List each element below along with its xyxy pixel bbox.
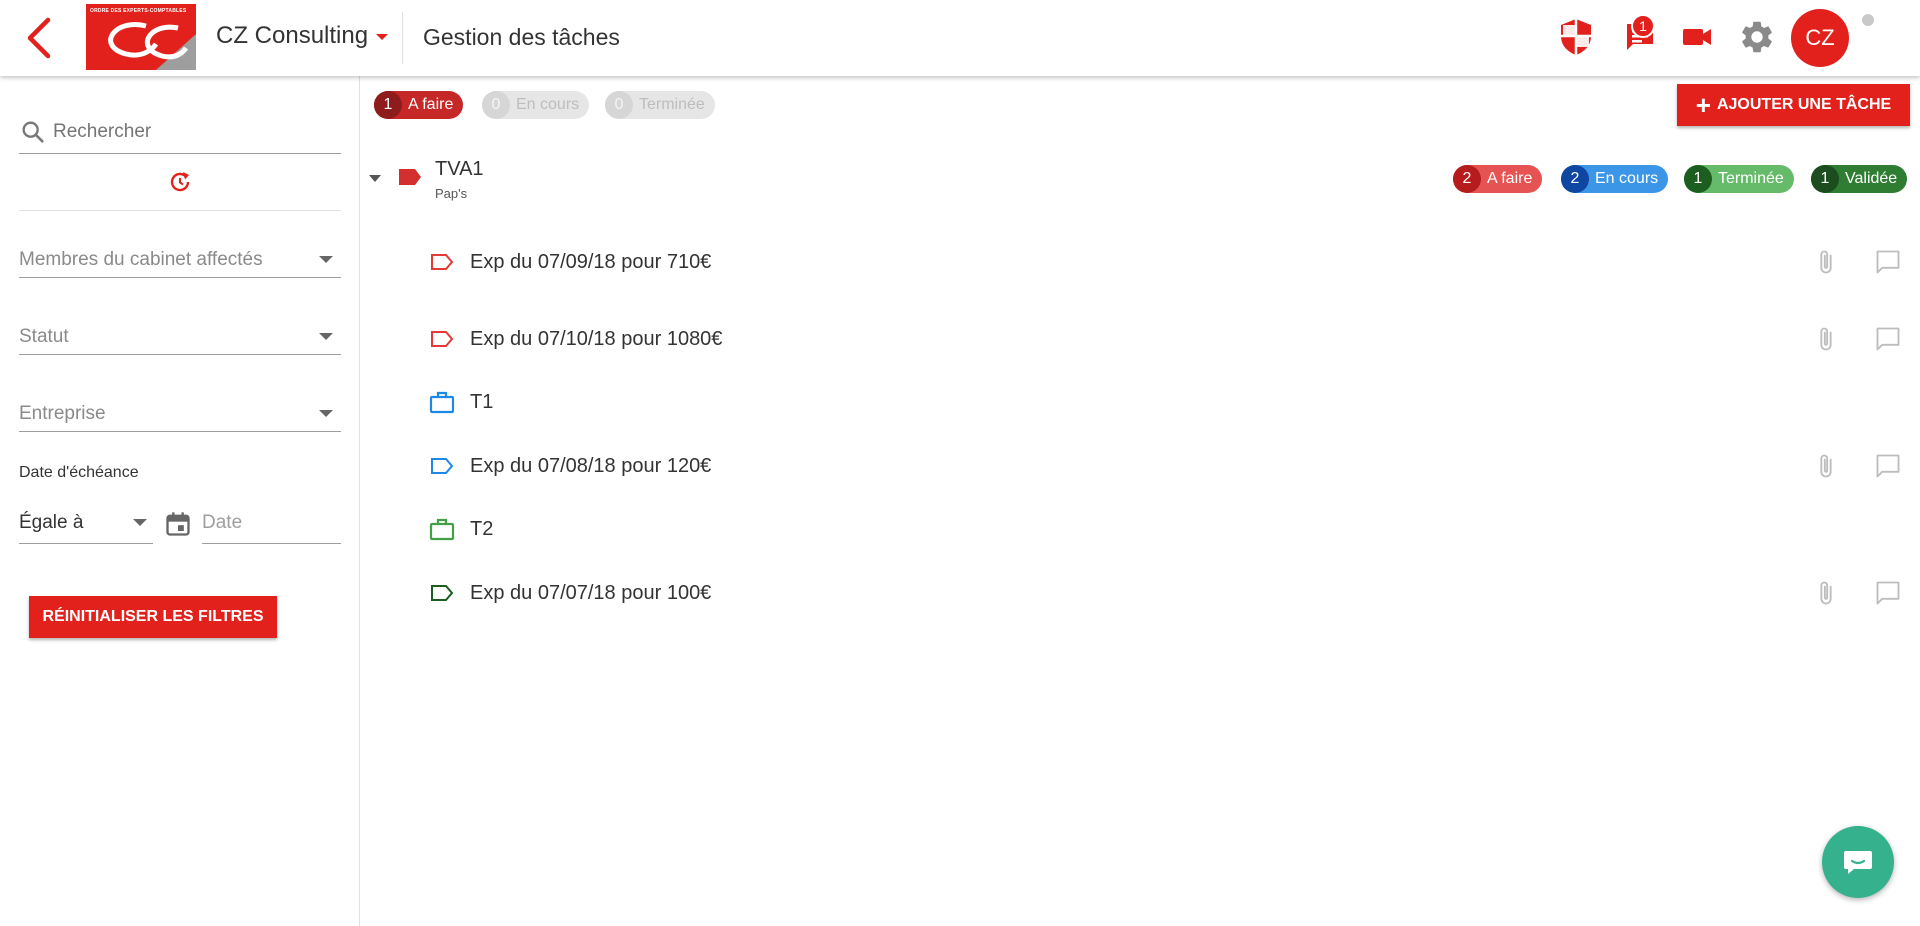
add-task-button[interactable]: + AJOUTER UNE TÂCHE xyxy=(1677,84,1910,126)
company-switcher[interactable]: CZ Consulting xyxy=(216,22,389,50)
status-select[interactable]: Statut xyxy=(19,319,341,355)
dropdown-arrow-icon xyxy=(133,519,147,526)
collapse-caret-icon[interactable] xyxy=(369,175,381,182)
group-pill-label: A faire xyxy=(1487,170,1533,187)
top-app-bar: ORDRE DES EXPERTS-COMPTABLES CZ Consulti… xyxy=(0,0,1920,76)
tag-outline-icon xyxy=(428,325,456,353)
task-label: T1 xyxy=(470,390,494,413)
company-select[interactable]: Entreprise xyxy=(19,396,341,432)
group-subtitle: Pap's xyxy=(435,186,468,201)
reset-filters-button[interactable]: RÉINITIALISER LES FILTRES xyxy=(29,596,277,638)
company-name: CZ Consulting xyxy=(216,22,369,49)
search-placeholder: Rechercher xyxy=(53,120,152,142)
task-row[interactable]: Exp du 07/09/18 pour 710€ xyxy=(428,240,1908,284)
group-pill-in-progress[interactable]: 2 En cours xyxy=(1561,165,1669,193)
presence-status-dot xyxy=(1862,14,1874,26)
comment-icon[interactable] xyxy=(1874,248,1902,276)
task-row[interactable]: Exp du 07/10/18 pour 1080€ xyxy=(428,317,1908,361)
date-input[interactable]: Date xyxy=(202,502,341,544)
briefcase-icon xyxy=(428,515,456,543)
user-avatar[interactable]: CZ xyxy=(1791,9,1849,67)
video-camera-icon[interactable] xyxy=(1676,16,1718,58)
refresh-icon[interactable] xyxy=(166,168,194,196)
calendar-icon[interactable] xyxy=(164,510,192,538)
task-row[interactable]: T2 xyxy=(428,507,1908,551)
date-comparator-select[interactable]: Égale à xyxy=(19,502,153,544)
company-logo: ORDRE DES EXPERTS-COMPTABLES xyxy=(86,4,196,70)
task-row[interactable]: Exp du 07/08/18 pour 120€ xyxy=(428,444,1908,488)
summary-pill-done[interactable]: 0 Terminée xyxy=(605,91,715,119)
task-row[interactable]: T1 xyxy=(428,380,1908,424)
summary-pill-count: 0 xyxy=(605,91,633,119)
members-select-label: Membres du cabinet affectés xyxy=(19,248,263,270)
briefcase-icon xyxy=(428,388,456,416)
summary-pill-label: Terminée xyxy=(639,96,705,113)
header-divider xyxy=(402,12,403,64)
attachment-icon[interactable] xyxy=(1812,325,1840,353)
group-pill-done[interactable]: 1 Terminée xyxy=(1684,165,1794,193)
group-title[interactable]: TVA1 xyxy=(435,158,484,181)
group-pill-count: 1 xyxy=(1811,165,1839,193)
task-label: T2 xyxy=(470,517,494,540)
chevron-down-icon xyxy=(376,34,389,40)
group-pill-todo[interactable]: 2 A faire xyxy=(1453,165,1543,193)
group-pill-label: Terminée xyxy=(1718,170,1784,187)
add-task-label: AJOUTER UNE TÂCHE xyxy=(1716,96,1892,113)
filter-sidebar: Rechercher Membres du cabinet affectés S… xyxy=(0,76,360,926)
task-label: Exp du 07/08/18 pour 120€ xyxy=(470,454,712,477)
group-pill-label: En cours xyxy=(1595,170,1659,187)
shield-icon[interactable] xyxy=(1555,16,1597,58)
summary-pill-label: A faire xyxy=(408,96,454,113)
page-title: Gestion des tâches xyxy=(423,24,620,50)
dropdown-arrow-icon xyxy=(319,333,333,340)
group-pill-count: 2 xyxy=(1561,165,1589,193)
tag-outline-icon xyxy=(428,452,456,480)
group-pill-validated[interactable]: 1 Validée xyxy=(1811,165,1908,193)
notification-badge: 1 xyxy=(1631,14,1655,38)
members-select[interactable]: Membres du cabinet affectés xyxy=(19,242,341,278)
tag-outline-icon xyxy=(428,579,456,607)
task-label: Exp du 07/10/18 pour 1080€ xyxy=(470,327,723,350)
company-select-label: Entreprise xyxy=(19,402,106,424)
gear-icon[interactable] xyxy=(1736,16,1778,58)
summary-pill-count: 0 xyxy=(482,91,510,119)
comment-icon[interactable] xyxy=(1874,325,1902,353)
plus-icon: + xyxy=(1695,90,1711,120)
tag-outline-icon xyxy=(428,248,456,276)
back-arrow-icon[interactable] xyxy=(22,16,58,60)
sidebar-divider xyxy=(19,210,341,211)
task-label: Exp du 07/09/18 pour 710€ xyxy=(470,250,712,273)
group-pill-count: 1 xyxy=(1684,165,1712,193)
task-row[interactable]: Exp du 07/07/18 pour 100€ xyxy=(428,571,1908,615)
comment-icon[interactable] xyxy=(1874,452,1902,480)
task-label: Exp du 07/07/18 pour 100€ xyxy=(470,581,712,604)
group-pill-label: Validée xyxy=(1845,170,1898,187)
attachment-icon[interactable] xyxy=(1812,248,1840,276)
summary-pill-todo[interactable]: 1 A faire xyxy=(374,91,464,119)
due-date-label: Date d'échéance xyxy=(19,464,139,481)
search-input[interactable]: Rechercher xyxy=(19,110,341,154)
date-comparator-value: Égale à xyxy=(19,511,84,533)
dropdown-arrow-icon xyxy=(319,256,333,263)
tag-icon xyxy=(399,169,421,185)
support-chat-button[interactable] xyxy=(1822,826,1894,898)
dropdown-arrow-icon xyxy=(319,410,333,417)
group-pill-count: 2 xyxy=(1453,165,1481,193)
summary-pill-label: En cours xyxy=(516,96,580,113)
summary-pill-in-progress[interactable]: 0 En cours xyxy=(482,91,590,119)
comment-icon[interactable] xyxy=(1874,579,1902,607)
status-select-label: Statut xyxy=(19,325,69,347)
attachment-icon[interactable] xyxy=(1812,579,1840,607)
summary-pill-count: 1 xyxy=(374,91,402,119)
attachment-icon[interactable] xyxy=(1812,452,1840,480)
search-icon xyxy=(22,120,44,143)
chat-bubble-icon xyxy=(1844,851,1872,874)
